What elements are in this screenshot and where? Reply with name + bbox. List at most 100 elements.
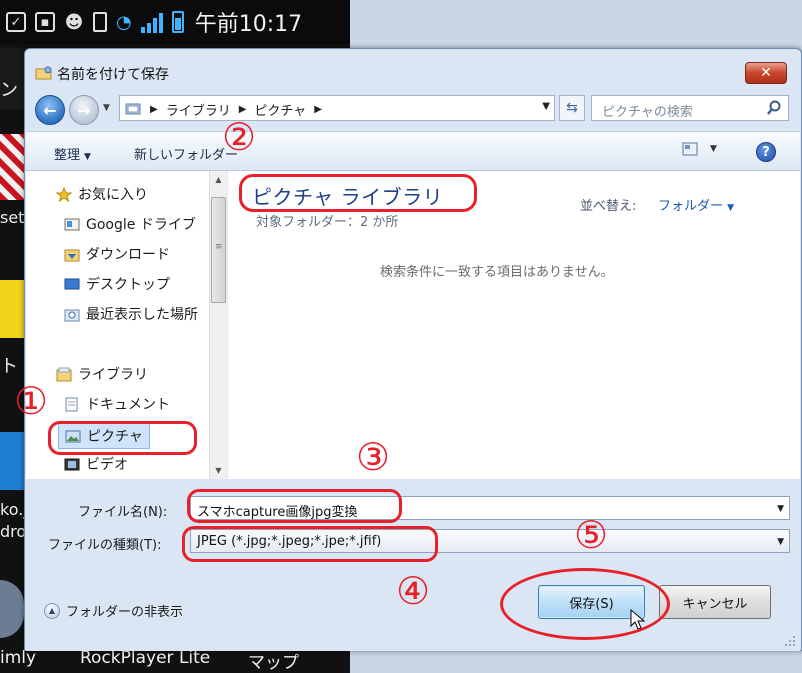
nav-favorites[interactable]: お気に入り: [56, 183, 148, 205]
app-label: ン: [0, 80, 18, 101]
pane-splitter[interactable]: [227, 171, 233, 479]
filename-label: ファイル名(N):: [78, 505, 168, 520]
image-notification-icon: ▪: [35, 12, 55, 32]
app-tile[interactable]: [0, 432, 24, 490]
highlight-filetype: [182, 526, 438, 562]
library-icon: [125, 103, 141, 115]
title-bar[interactable]: 名前を付けて保存 ✕: [25, 49, 801, 89]
desktop-icon: [64, 278, 80, 289]
annotation-number: ④: [396, 569, 431, 613]
nav-item-label: 最近表示した場所: [86, 307, 198, 323]
hide-folders-label: フォルダーの非表示: [66, 605, 184, 620]
highlight-library-title: [239, 174, 477, 212]
app-label: dro: [0, 522, 27, 541]
sort-by-dropdown[interactable]: フォルダー ▼: [658, 195, 734, 214]
search-box[interactable]: ピクチャの検索: [591, 95, 789, 121]
highlight-save-button: [500, 568, 670, 640]
nav-item-label: ダウンロード: [86, 247, 170, 263]
chevron-down-icon[interactable]: ▼: [777, 537, 784, 547]
documents-library-icon: [65, 397, 78, 411]
rockplayer-icon[interactable]: [0, 580, 24, 638]
search-placeholder: ピクチャの検索: [602, 105, 693, 120]
hide-folders-toggle[interactable]: ▲ フォルダーの非表示: [44, 601, 183, 620]
app-label: ト: [0, 356, 18, 377]
chevron-down-icon[interactable]: ▼: [777, 504, 784, 514]
help-icon[interactable]: ?: [756, 142, 776, 162]
annotation-number: ②: [222, 115, 257, 159]
nav-item-label: ビデオ: [86, 457, 128, 473]
nav-item-videos[interactable]: ビデオ: [64, 453, 128, 475]
google-drive-folder-icon: [64, 218, 80, 230]
dock-app-label[interactable]: imly: [0, 648, 36, 668]
no-sim-icon: [93, 12, 107, 32]
chevron-up-icon: ▲: [44, 602, 60, 619]
scrollbar-thumb[interactable]: ≡: [211, 197, 226, 303]
chevron-right-icon[interactable]: ▶: [239, 104, 247, 115]
nav-item-label: Google ドライブ: [86, 217, 196, 233]
library-folder-icon: [56, 367, 72, 381]
view-dropdown-icon[interactable]: ▼: [710, 144, 717, 154]
annotation-number: ③: [356, 435, 391, 479]
chevron-down-icon: ▼: [84, 152, 91, 162]
dock-app-label[interactable]: マップ: [248, 648, 299, 673]
target-folders-link[interactable]: 対象フォルダー：2 か所: [256, 211, 398, 230]
organize-label: 整理: [54, 148, 81, 163]
downloads-folder-icon: [64, 249, 80, 261]
chevron-right-icon[interactable]: ▶: [150, 104, 158, 115]
scroll-down-arrow[interactable]: ▼: [210, 462, 227, 479]
forward-button[interactable]: →: [69, 95, 99, 125]
sort-value: フォルダー: [658, 199, 724, 214]
sort-label: 並べ替え:: [580, 199, 637, 214]
command-bar: 整理 ▼ 新しいフォルダー ▼ ?: [26, 131, 800, 171]
battery-icon: [171, 11, 184, 33]
grip-icon: ≡: [215, 242, 223, 252]
nav-libraries-label: ライブラリ: [78, 367, 148, 383]
clock: 午前10:17: [194, 12, 303, 37]
nav-item-desktop[interactable]: デスクトップ: [64, 273, 170, 295]
star-icon: [56, 186, 72, 202]
empty-message: 検索条件に一致する項目はありません。: [380, 265, 614, 280]
chevron-down-icon: ▼: [727, 203, 735, 213]
dialog-title: 名前を付けて保存: [57, 67, 169, 83]
breadcrumb-libraries[interactable]: ライブラリ: [166, 100, 231, 119]
annotation-number: ⑤: [574, 513, 609, 557]
breadcrumb-pictures[interactable]: ピクチャ: [254, 100, 306, 119]
nav-item-label: ドキュメント: [86, 397, 170, 413]
resize-grip-icon[interactable]: [784, 635, 796, 647]
save-form: ファイル名(N): スマホcapture画像jpg変換 ▼ ファイルの種類(T)…: [26, 479, 800, 651]
nav-favorites-label: お気に入り: [78, 187, 148, 203]
file-list-pane[interactable]: ピクチャ ライブラリ 対象フォルダー：2 か所 並べ替え: フォルダー ▼ 検索…: [234, 171, 800, 479]
nav-item-recent-places[interactable]: 最近表示した場所: [64, 303, 198, 325]
address-dropdown-icon[interactable]: ▼: [542, 101, 550, 112]
dock-app-label[interactable]: RockPlayer Lite: [80, 648, 210, 668]
nav-item-downloads[interactable]: ダウンロード: [64, 243, 170, 265]
app-tile[interactable]: [0, 134, 24, 200]
filetype-label: ファイルの種類(T):: [48, 538, 162, 553]
back-button[interactable]: ←: [35, 95, 65, 125]
nav-item-documents[interactable]: ドキュメント: [64, 393, 170, 415]
recent-locations-dropdown[interactable]: ▼: [103, 103, 110, 113]
highlight-pictures: [48, 421, 197, 455]
search-icon[interactable]: [766, 100, 782, 116]
organize-menu[interactable]: 整理 ▼: [54, 144, 91, 163]
signal-icon: [140, 11, 163, 33]
annotation-number: ①: [14, 379, 49, 423]
status-bar: ✓ ▪ ☻ ◔ 午前10:17: [0, 0, 350, 44]
scroll-up-arrow[interactable]: ▲: [210, 171, 227, 188]
nav-libraries[interactable]: ライブラリ: [56, 363, 148, 385]
address-bar[interactable]: ▶ ライブラリ ▶ ピクチャ ▶ ▼: [119, 95, 555, 121]
navigation-scrollbar[interactable]: ▲ ≡ ▼: [209, 171, 227, 479]
chevron-right-icon[interactable]: ▶: [314, 104, 322, 115]
change-view-icon[interactable]: [682, 142, 698, 156]
recent-places-icon: [64, 309, 80, 321]
save-dialog-icon: [35, 66, 52, 80]
wifi-icon: ◔: [116, 11, 132, 33]
nav-item-label: デスクトップ: [86, 277, 170, 293]
refresh-button[interactable]: ⇆: [559, 95, 585, 121]
android-notification-icon: ☻: [64, 11, 84, 33]
nav-item-google-drive[interactable]: Google ドライブ: [64, 213, 196, 235]
close-button[interactable]: ✕: [745, 62, 787, 84]
app-tile[interactable]: [0, 280, 24, 338]
videos-library-icon: [64, 458, 80, 470]
cancel-button[interactable]: キャンセル: [659, 585, 771, 619]
